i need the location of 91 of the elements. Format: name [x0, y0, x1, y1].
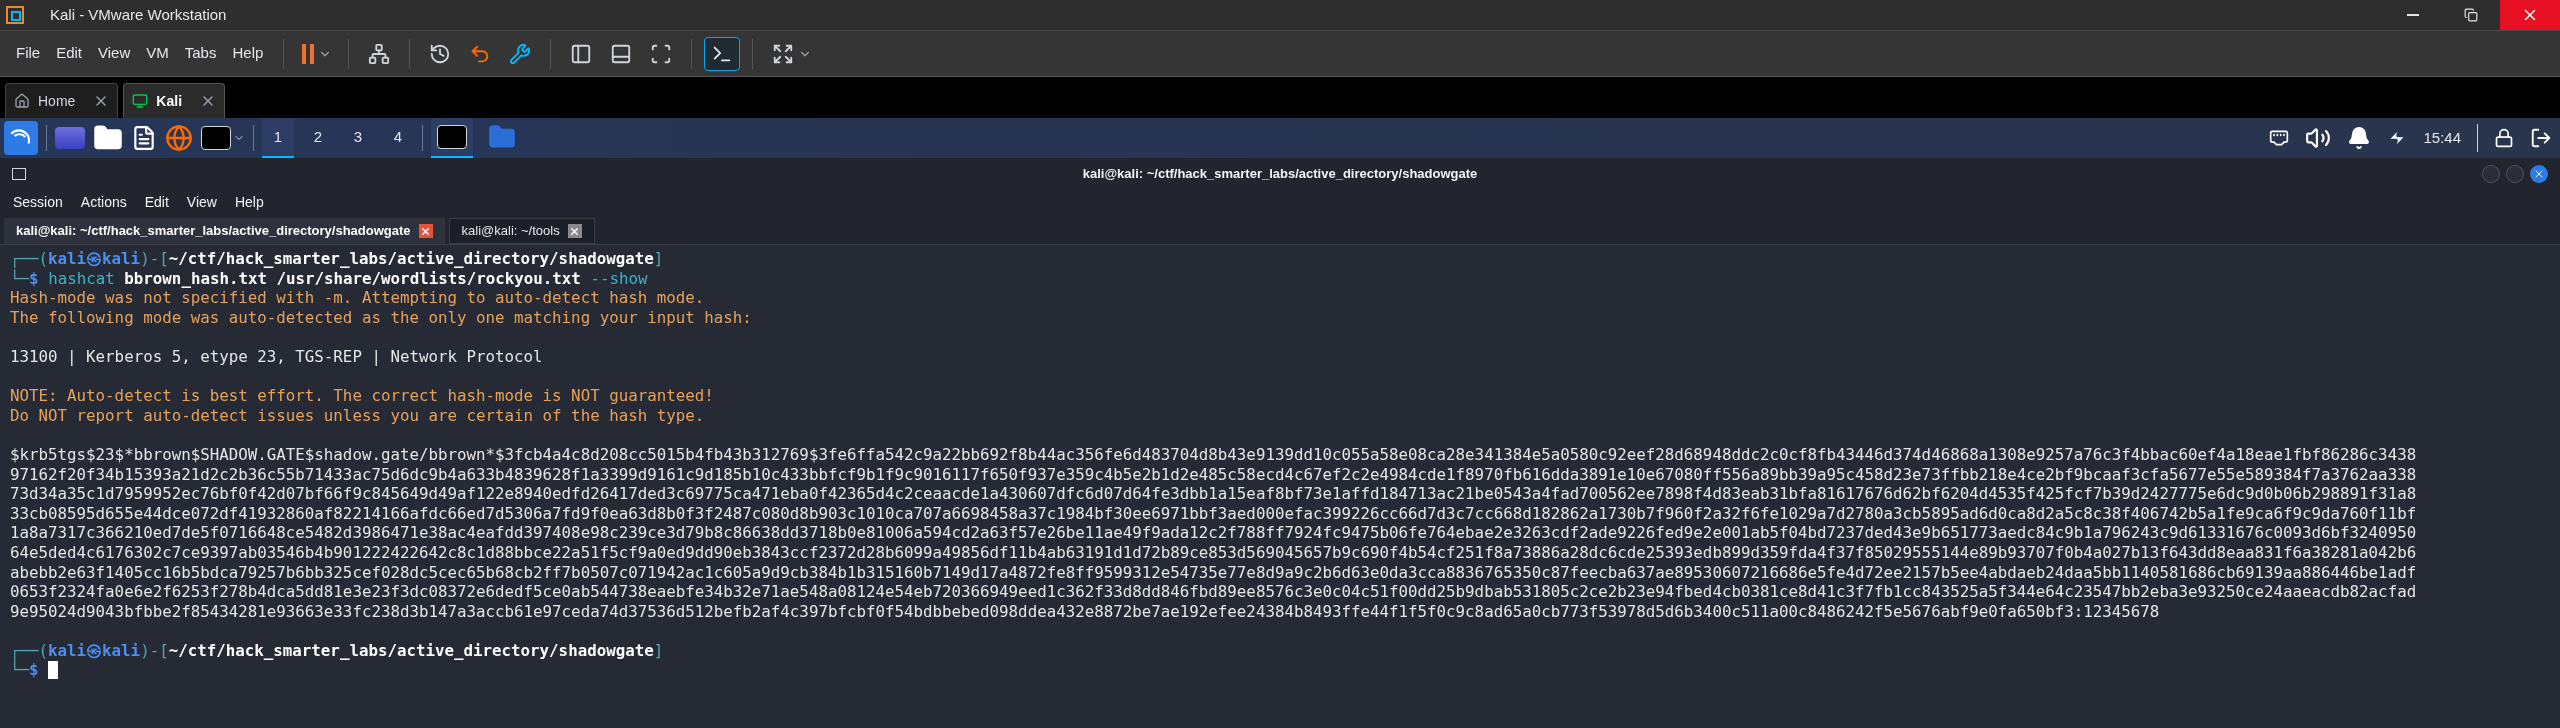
close-button[interactable]	[2530, 165, 2548, 183]
browser-icon[interactable]	[165, 124, 193, 152]
prompt-user: $	[29, 268, 39, 289]
menu-item[interactable]: View	[92, 42, 137, 65]
power-icon[interactable]	[2387, 128, 2408, 148]
output-line: 0653f2324fa0e6e2f6253f278b4dca5dd81e3e23f3dc08372e6dedf5ce0ab544738eaebfe34b32e71ae548a08124e54eb720366949eed1c362f33d8dd846fbd89ee8576c3e0c04c51f00dd25b9dbab531805c2ce2b23e94fbed4cb0381ce8d41c3f7fb1cc843525a5f344e64c23547bb2eba3e93250ce24aaeacdb82acfad	[10, 582, 2417, 602]
close-icon[interactable]	[567, 224, 582, 238]
menu-item[interactable]: Help	[231, 192, 267, 213]
menu-item[interactable]: Session	[10, 192, 66, 213]
clock-icon	[429, 42, 452, 65]
workspace-button[interactable]: 1	[262, 118, 294, 158]
terminal-launcher-icon[interactable]	[201, 126, 245, 150]
terminal-icon	[437, 125, 467, 149]
house-icon	[14, 93, 30, 109]
warning-line: Do NOT report auto-detect issues unless you are certain of the hash type.	[10, 405, 705, 426]
prompt-frame: )-[	[140, 640, 169, 661]
command-name: hashcat	[48, 268, 115, 289]
prompt-path: ~/ctf/hack_smarter_labs/active_directory/shadowgate	[168, 640, 654, 661]
expand-icon	[772, 42, 795, 65]
tab-label: kali@kali: ~/ctf/hack_smarter_labs/active_directory/shadowgate	[16, 222, 411, 241]
prompt-frame: ┌──(	[10, 640, 49, 661]
panel-left-icon	[570, 42, 593, 65]
folder-icon	[487, 123, 517, 151]
output-line: $krb5tgs$23$*bbrown$SHADOW.GATE$shadow.gate/bbrown*$3fcb4a4c8d208cc5015b4fb43b312769$3fe6ffa542c9a22bb692f8b44ac356fe6d483704d8b43e9139dd10c055a58e08ca28e341384e5a0580c92eef28d68948ddc2c0cf8fb43446d374d46868a1308e9257a76c3f4bbac60ef4a18eae1fbf86286c3438	[10, 444, 2417, 465]
command-option: --show	[590, 268, 648, 289]
lock-icon[interactable]	[2494, 128, 2514, 148]
pause-icon	[302, 43, 315, 64]
menu-item[interactable]: VM	[140, 42, 175, 65]
output-line: 1a8a7317c366210ed7de5f0716648ce5482d3986471e38ac4eafdd397408e98c239ce3d79b8c86638dd3718b0e81006a594cd2a63f57e26be11ae49f9ada12c2f788ff7924fc9475b06fe764ebae2e3263cdf2ade9226fed9e2e001ab5f04bd7237ded43e9b651773aedc84c9b1a796243c9d61331676c0093d6bf3240950	[10, 523, 2417, 543]
menu-item[interactable]: File	[10, 42, 47, 65]
output-line: 64e5ded4c6176302c7ce9397ab03546b4b901222422642c8c1d88bbce22a51f5cf9a0ed9dd90eb3843ccf2372d28b6099a49856df11b4ab63191d1d72b89ce853d569045657b9c690f4b54cf251f8a73886a28dc6cde25393edb899d359fda4f37f85029555144e89b93707f0b4a027b13f643dd8eaa831f6a38281a042b6	[10, 542, 2417, 563]
prompt-frame: └─	[10, 268, 30, 289]
terminal-tab[interactable]: kali@kali: ~/ctf/hack_smarter_labs/active_directory/shadowgate	[4, 218, 445, 244]
prompt-frame: ]	[653, 249, 664, 269]
volume-icon[interactable]	[2305, 125, 2332, 151]
menu-item[interactable]: Edit	[141, 192, 172, 213]
network-icon[interactable]	[2269, 128, 2290, 148]
tab-label: Home	[38, 91, 76, 111]
vm-tab[interactable]: Kali	[123, 83, 226, 118]
prompt-user: $	[29, 660, 39, 681]
minimize-icon	[2407, 14, 2419, 16]
prompt-frame: ┌──(	[10, 249, 49, 269]
monitor-icon	[132, 93, 149, 109]
prompt-frame: └─	[10, 660, 30, 681]
terminal-tab[interactable]: kali@kali: ~/tools	[448, 218, 595, 244]
prompt-user: kali㉿kali	[48, 640, 141, 661]
taskbar-button[interactable]	[431, 118, 473, 158]
restore-icon	[2464, 8, 2478, 22]
scan-icon	[650, 42, 673, 65]
menu-item[interactable]: Help	[226, 42, 270, 65]
output-line: 73d34a35c1d7959952ec76bf0f42d07bf66f9c845649d49af122e8940edfd26417ded3c69775ca471eba0f42365d4c2ceaacde1a430607dfc6d07d64fe3dbb1a15eaf8bf73e1affd184713ac21be0543a4fad700562ee7898f4d83eab31bfa81617676d62bf6204d4535f425fcf7b39d2427775e6dc9d0b06b298891f31a8	[10, 484, 2417, 504]
panel-bottom-icon	[610, 42, 633, 65]
prompt-frame: )-[	[140, 249, 169, 269]
output-line: abebb2e63f1405cc16b5bdca79257b6bb325cef028dc5cec65b68cb2ff7b0507c071942ac1c605a9d9cb384b1b315160b7149d17a4872fe8ff9599312e54735e77e8d9a9c2b6d63e0da3cca8836765350c87feecba637ae89530607216686e5fe4d72ee2157b5ee4abdaeb24daa5bb1140581686cb69139aa886446be1adf	[10, 562, 2417, 583]
app-logo-icon	[6, 6, 24, 24]
tab-label: kali@kali: ~/tools	[461, 222, 560, 241]
prompt-user: kali㉿kali	[48, 249, 141, 269]
menu-item[interactable]: View	[183, 192, 220, 213]
toolbar-button[interactable]	[704, 36, 741, 71]
notification-icon[interactable]	[2347, 126, 2372, 150]
warning-line: Hash-mode was not specified with -m. Attempting to auto-detect hash mode.	[10, 288, 705, 308]
output-line: 33cb08595d655e44dce072df41932860af82214166afdc66ed7d5306a7fd9f0ea63d8b0f3f2487c080d8b903c1010ca707a6698458a37c1984bf30ee6971bbf3aed000efac399226cc66d7d3c7cc668d182862a1730b7f960f2a32f6fe1029a7d2780a3cb5895ad6d0ca8d2a5c8c38f406742b5a1fe9ca6f9c9da760f11bf	[10, 503, 2417, 524]
network-icon	[368, 42, 391, 65]
logout-icon[interactable]	[2530, 127, 2552, 149]
x-icon	[569, 225, 581, 237]
document-icon[interactable]	[131, 124, 157, 152]
menu-item[interactable]: Edit	[50, 42, 89, 65]
tab-label: Kali	[156, 91, 183, 111]
terminal-window-icon	[12, 168, 26, 180]
text-cursor	[48, 661, 59, 680]
warning-line: The following mode was auto-detected as the only one matching your input hash:	[10, 307, 752, 328]
clock[interactable]: 15:44	[2423, 126, 2461, 150]
command-arguments: bbrown_hash.txt /usr/share/wordlists/rockyou.txt	[124, 268, 581, 289]
close-icon[interactable]	[418, 224, 433, 238]
prompt-frame: ]	[653, 640, 664, 661]
warning-line: NOTE: Auto-detect is best effort. The correct hash-mode is NOT guaranteed!	[10, 386, 714, 406]
terminal-title: kali@kali: ~/ctf/hack_smarter_labs/active_directory/shadowgate	[1082, 165, 1478, 184]
workspace-button[interactable]: 4	[382, 118, 414, 158]
output-line: 9e95024d9043bfbbe2f85434281e93663e33fc238d3b147a3accb61e97ceda74d37536d512befb2af4c397bfcbf0f54bdbbebed098ddea432e8872be7ae192efee24384b8493ffe44f1f5f0c9c8ad65a0cb773f53978d5d6b3400c511a00c8486242f5e5676abf9e0fa650bf3:12345678	[10, 601, 2160, 622]
vm-tab[interactable]: Home	[5, 83, 119, 118]
close-icon	[2533, 168, 2545, 180]
window-title: Kali - VMware Workstation	[50, 4, 227, 25]
menu-item[interactable]: Actions	[77, 192, 130, 213]
menu-item[interactable]: Tabs	[178, 42, 223, 65]
output-line: 13100 | Kerberos 5, etype 23, TGS-REP | Network Protocol	[10, 346, 543, 367]
output-line: 97162f20f34b15393a21d2c2b36c55b71433ac75d6dc9b4a633b4839628f1a3399d9161c9d185b10c433bbfcf9b1f9c9016117f650f937e359c4b5e2b1d2e485c58ecd4c67ef2c2e4984cde1f8970fb616dda3891e10e67080ff556a89bb39a95c458d23e73ffbb218e4ce2bf9bcaaf3cfa5677e55e589384f7a3762aa338	[10, 464, 2417, 485]
prompt-path: ~/ctf/hack_smarter_labs/active_directory/shadowgate	[168, 249, 654, 269]
x-icon	[420, 225, 432, 237]
wrench-icon	[509, 42, 532, 65]
workspace-button[interactable]: 3	[342, 118, 374, 158]
workspace-button[interactable]: 2	[302, 118, 334, 158]
